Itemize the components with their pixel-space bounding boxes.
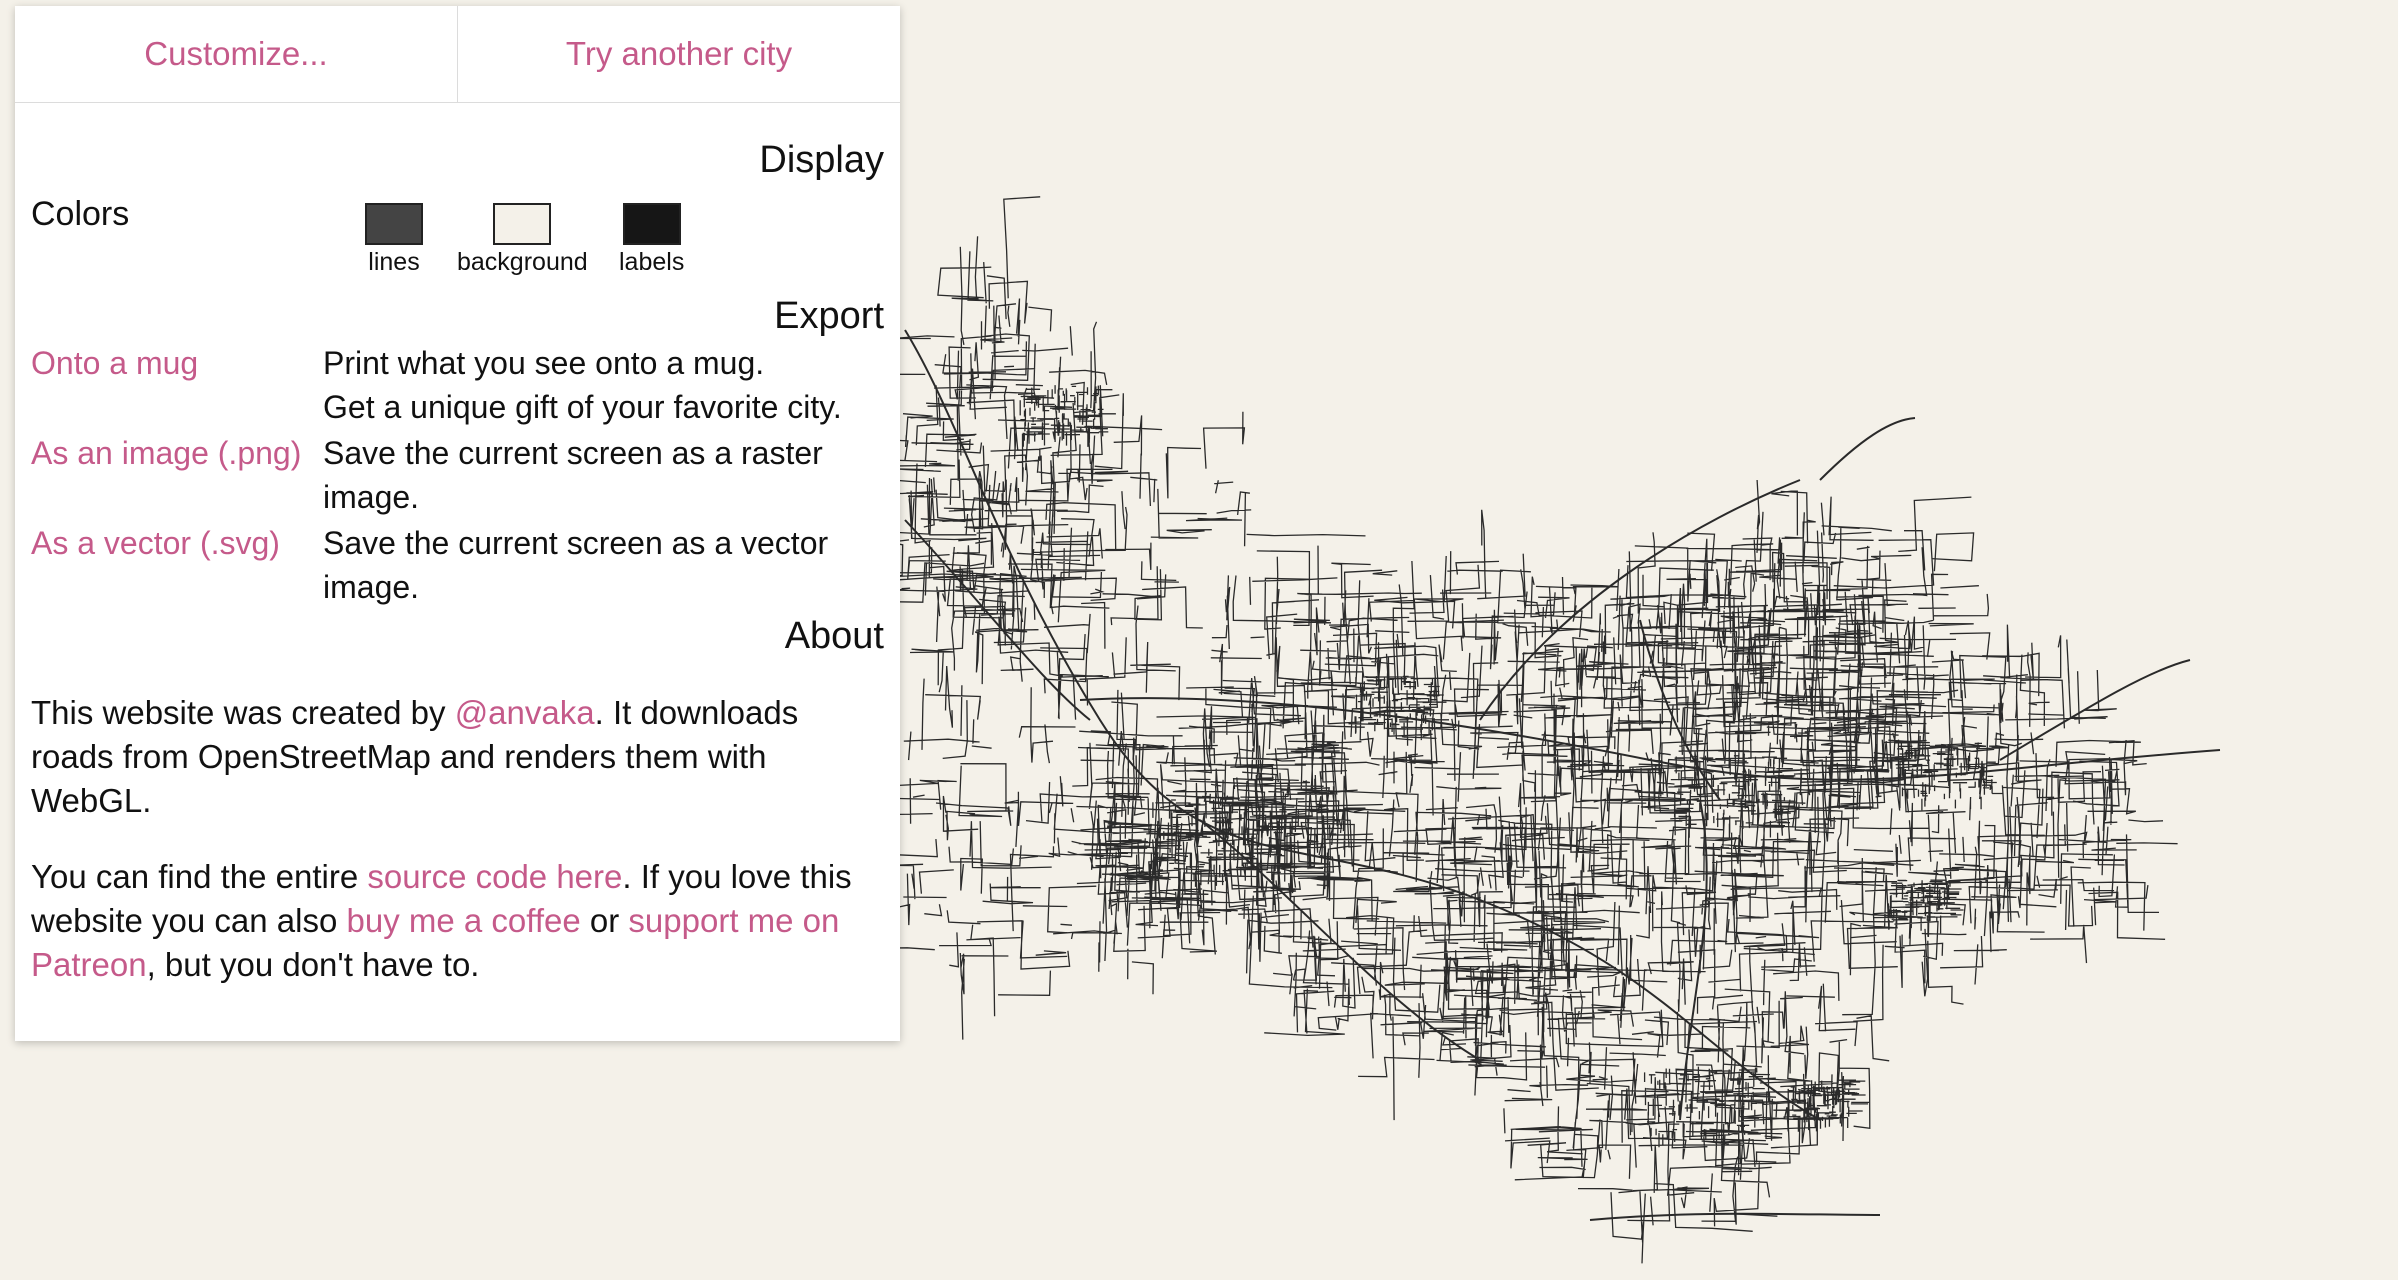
customize-button[interactable]: Customize... (15, 6, 457, 102)
export-mug-link[interactable]: Onto a mug (31, 341, 323, 429)
export-svg-row: As a vector (.svg) Save the current scre… (31, 521, 884, 609)
lines-swatch-label: lines (368, 248, 420, 276)
export-png-link[interactable]: As an image (.png) (31, 431, 323, 519)
panel-content: Display Colors lines background labels E… (15, 103, 900, 987)
export-mug-row: Onto a mug Print what you see onto a mug… (31, 341, 884, 429)
export-svg-link[interactable]: As a vector (.svg) (31, 521, 323, 609)
labels-swatch-label: labels (619, 248, 685, 276)
export-title: Export (774, 295, 884, 337)
desc-line: Save the current screen as a raster (323, 435, 823, 471)
lines-color-swatch[interactable] (365, 203, 423, 245)
source-code-link[interactable]: source code here (367, 858, 622, 895)
settings-panel: Customize... Try another city Display Co… (15, 6, 900, 1041)
colors-row: Colors lines background labels (31, 183, 884, 293)
desc-line: Get a unique gift of your favorite city. (323, 389, 842, 425)
text-span: You can find the entire (31, 858, 368, 895)
export-svg-description: Save the current screen as a vector imag… (323, 521, 883, 609)
colors-label: Colors (31, 195, 130, 233)
labels-color-swatch[interactable] (622, 203, 681, 245)
about-title: About (784, 615, 884, 657)
labels-color-picker[interactable]: labels (619, 203, 684, 277)
background-color-swatch[interactable] (493, 203, 552, 245)
background-color-picker[interactable]: background (457, 203, 588, 277)
desc-line: Print what you see onto a mug. (323, 345, 765, 381)
desc-line: image. (323, 479, 420, 515)
about-paragraph-1: This website was created by @anvaka. It … (31, 691, 884, 823)
background-swatch-label: background (457, 248, 588, 276)
desc-line: Save the current screen as a vector (323, 525, 829, 561)
road-network (820, 196, 2178, 1264)
lines-color-picker[interactable]: lines (365, 203, 423, 277)
arterial-roads (904, 329, 2221, 1221)
export-png-description: Save the current screen as a raster imag… (323, 431, 883, 519)
text-span: This website was created by (31, 694, 455, 731)
about-paragraph-2: You can find the entire source code here… (31, 855, 884, 987)
export-mug-description: Print what you see onto a mug. Get a uni… (323, 341, 883, 429)
text-span: , but you don't have to. (146, 946, 480, 983)
buy-coffee-link[interactable]: buy me a coffee (347, 902, 581, 939)
anvaka-link[interactable]: @anvaka (455, 694, 595, 731)
display-title: Display (759, 139, 884, 181)
desc-line: image. (323, 569, 420, 605)
export-png-row: As an image (.png) Save the current scre… (31, 431, 884, 519)
text-span: or (580, 902, 629, 939)
top-bar: Customize... Try another city (15, 6, 900, 103)
try-another-city-button[interactable]: Try another city (457, 6, 900, 102)
